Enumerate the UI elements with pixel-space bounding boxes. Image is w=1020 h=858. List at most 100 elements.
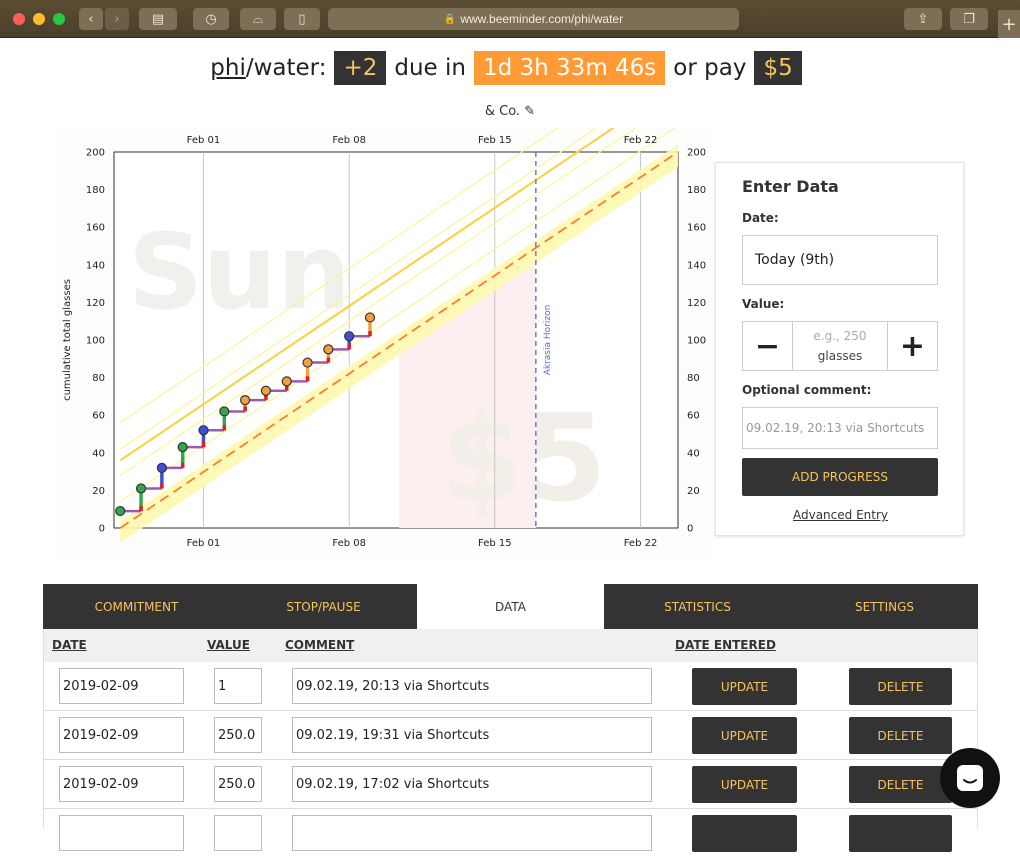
y-tick-label-left: 60 (92, 411, 105, 422)
value-cell[interactable]: 1 (214, 668, 262, 704)
update-button[interactable]: UPDATE (692, 668, 797, 705)
comment-cell[interactable]: 09.02.19, 19:31 via Shortcuts (292, 717, 652, 753)
delta-badge: +2 (334, 51, 387, 85)
header-date-entered[interactable]: DATE ENTERED (675, 638, 776, 652)
y-tick-label-left: 160 (86, 223, 105, 234)
date-field[interactable]: Today (9th) (742, 235, 938, 285)
comment-cell[interactable]: 09.02.19, 17:02 via Shortcuts (292, 766, 652, 802)
y-tick-label-right: 60 (687, 411, 700, 422)
share-button[interactable]: ⇪ (904, 8, 942, 30)
y-tick-label-left: 140 (86, 260, 105, 271)
delete-button[interactable]: DELETE (849, 717, 952, 754)
chat-launcher-button[interactable] (940, 748, 1000, 808)
value-placeholder: e.g., 250 (813, 329, 867, 343)
date-cell[interactable] (59, 815, 184, 851)
header-value[interactable]: VALUE (207, 638, 250, 652)
y-tick-label-right: 20 (687, 486, 700, 497)
value-input[interactable]: e.g., 250 glasses (792, 322, 888, 370)
increment-button[interactable]: + (888, 322, 937, 370)
back-button[interactable]: ‹ (79, 8, 103, 30)
x-tick-label-bottom: Feb 22 (624, 538, 658, 549)
panel-title: Enter Data (742, 177, 839, 196)
value-cell[interactable]: 250.0 (214, 717, 262, 753)
header-comment[interactable]: COMMENT (285, 638, 354, 652)
datapoint (302, 357, 313, 368)
chevron-right-icon: › (114, 11, 120, 27)
y-tick-label-left: 120 (86, 298, 105, 309)
comment-cell[interactable]: 09.02.19, 20:13 via Shortcuts (292, 668, 652, 704)
minimize-window-button[interactable] (33, 13, 45, 25)
watermark-day: Sun (128, 211, 351, 333)
goal-tabs: COMMITMENT STOP/PAUSE DATA STATISTICS SE… (43, 584, 978, 629)
add-progress-button[interactable]: ADD PROGRESS (742, 458, 938, 496)
datapoint (156, 462, 167, 473)
y-tick-label-right: 80 (687, 373, 700, 384)
plus-icon: + (1001, 13, 1017, 35)
tab-stop-pause[interactable]: STOP/PAUSE (230, 584, 417, 629)
datapoint (364, 312, 376, 323)
decrement-button[interactable]: − (743, 322, 792, 370)
enter-data-panel: Enter Data Date: Today (9th) Value: − e.… (715, 162, 964, 536)
y-tick-label-right: 200 (687, 148, 706, 159)
forward-button[interactable]: › (105, 8, 129, 30)
header-date[interactable]: DATE (52, 638, 87, 652)
minus-icon: − (754, 328, 781, 364)
username-link[interactable]: phi (210, 55, 246, 81)
new-tab-button[interactable]: + (998, 10, 1020, 38)
datapoint (281, 376, 292, 387)
update-button[interactable]: UPDATE (692, 717, 797, 754)
y-tick-label-left: 200 (86, 148, 105, 159)
goal-graph: Sun $5 Akrasia Horizon Feb 01 Feb 01 Feb 0… (58, 128, 714, 558)
advanced-entry-link[interactable]: Advanced Entry (716, 508, 965, 522)
close-window-button[interactable] (13, 13, 25, 25)
y-tick-label-right: 0 (687, 524, 693, 535)
plus-icon: + (899, 328, 926, 364)
value-stepper: − e.g., 250 glasses + (742, 321, 938, 371)
y-tick-label-left: 40 (92, 448, 105, 459)
comment-cell[interactable] (292, 815, 652, 851)
y-tick-label-right: 140 (687, 260, 706, 271)
y-tick-label-left: 80 (92, 373, 105, 384)
akrasia-horizon-label: Akrasia Horizon (543, 305, 553, 376)
tab-settings[interactable]: SETTINGS (791, 584, 978, 629)
comment-field[interactable]: 09.02.19, 20:13 via Shortcuts (742, 407, 938, 449)
reader-button[interactable]: ▯ (284, 8, 320, 30)
zoom-window-button[interactable] (53, 13, 65, 25)
datapoint (219, 406, 230, 417)
table-row-partial (44, 809, 977, 858)
delete-button[interactable] (849, 815, 952, 852)
date-cell[interactable]: 2019-02-09 (59, 717, 184, 753)
value-cell[interactable] (214, 815, 262, 851)
table-row: 2019-02-09 250.0 09.02.19, 17:02 via Sho… (44, 760, 977, 809)
datapoint (135, 483, 147, 494)
delete-button[interactable]: DELETE (849, 766, 952, 803)
tabs-overview-button[interactable]: ❐ (950, 8, 988, 30)
value-cell[interactable]: 250.0 (214, 766, 262, 802)
update-button[interactable] (692, 815, 797, 852)
sidebar-button[interactable]: ▤ (139, 8, 177, 30)
url-text: www.beeminder.com/phi/water (460, 12, 624, 26)
x-tick-label-top: Feb 15 (478, 135, 512, 146)
chevron-left-icon: ‹ (88, 11, 94, 27)
countdown-badge: 1d 3h 33m 46s (473, 51, 666, 85)
y-tick-label-right: 40 (687, 448, 700, 459)
delete-button[interactable]: DELETE (849, 668, 952, 705)
table-header: DATE VALUE COMMENT DATE ENTERED (44, 629, 977, 662)
history-button[interactable]: ◷ (193, 8, 229, 30)
x-tick-label-top: Feb 08 (332, 135, 366, 146)
reading-list-button[interactable]: ⌓ (240, 8, 276, 30)
update-button[interactable]: UPDATE (692, 766, 797, 803)
tab-data[interactable]: DATA (417, 584, 604, 629)
date-label: Date: (742, 211, 779, 225)
y-tick-label-right: 160 (687, 223, 706, 234)
pencil-icon[interactable]: ✎ (524, 104, 535, 119)
datapoint (240, 395, 251, 406)
tab-statistics[interactable]: STATISTICS (604, 584, 791, 629)
x-tick-label-top: Feb 01 (187, 135, 221, 146)
date-cell[interactable]: 2019-02-09 (59, 766, 184, 802)
table-row: 2019-02-09 1 09.02.19, 20:13 via Shortcu… (44, 662, 977, 711)
co-label[interactable]: & Co. ✎ (0, 104, 1020, 119)
address-bar[interactable]: 🔒 www.beeminder.com/phi/water (328, 8, 739, 30)
date-cell[interactable]: 2019-02-09 (59, 668, 184, 704)
tab-commitment[interactable]: COMMITMENT (43, 584, 230, 629)
